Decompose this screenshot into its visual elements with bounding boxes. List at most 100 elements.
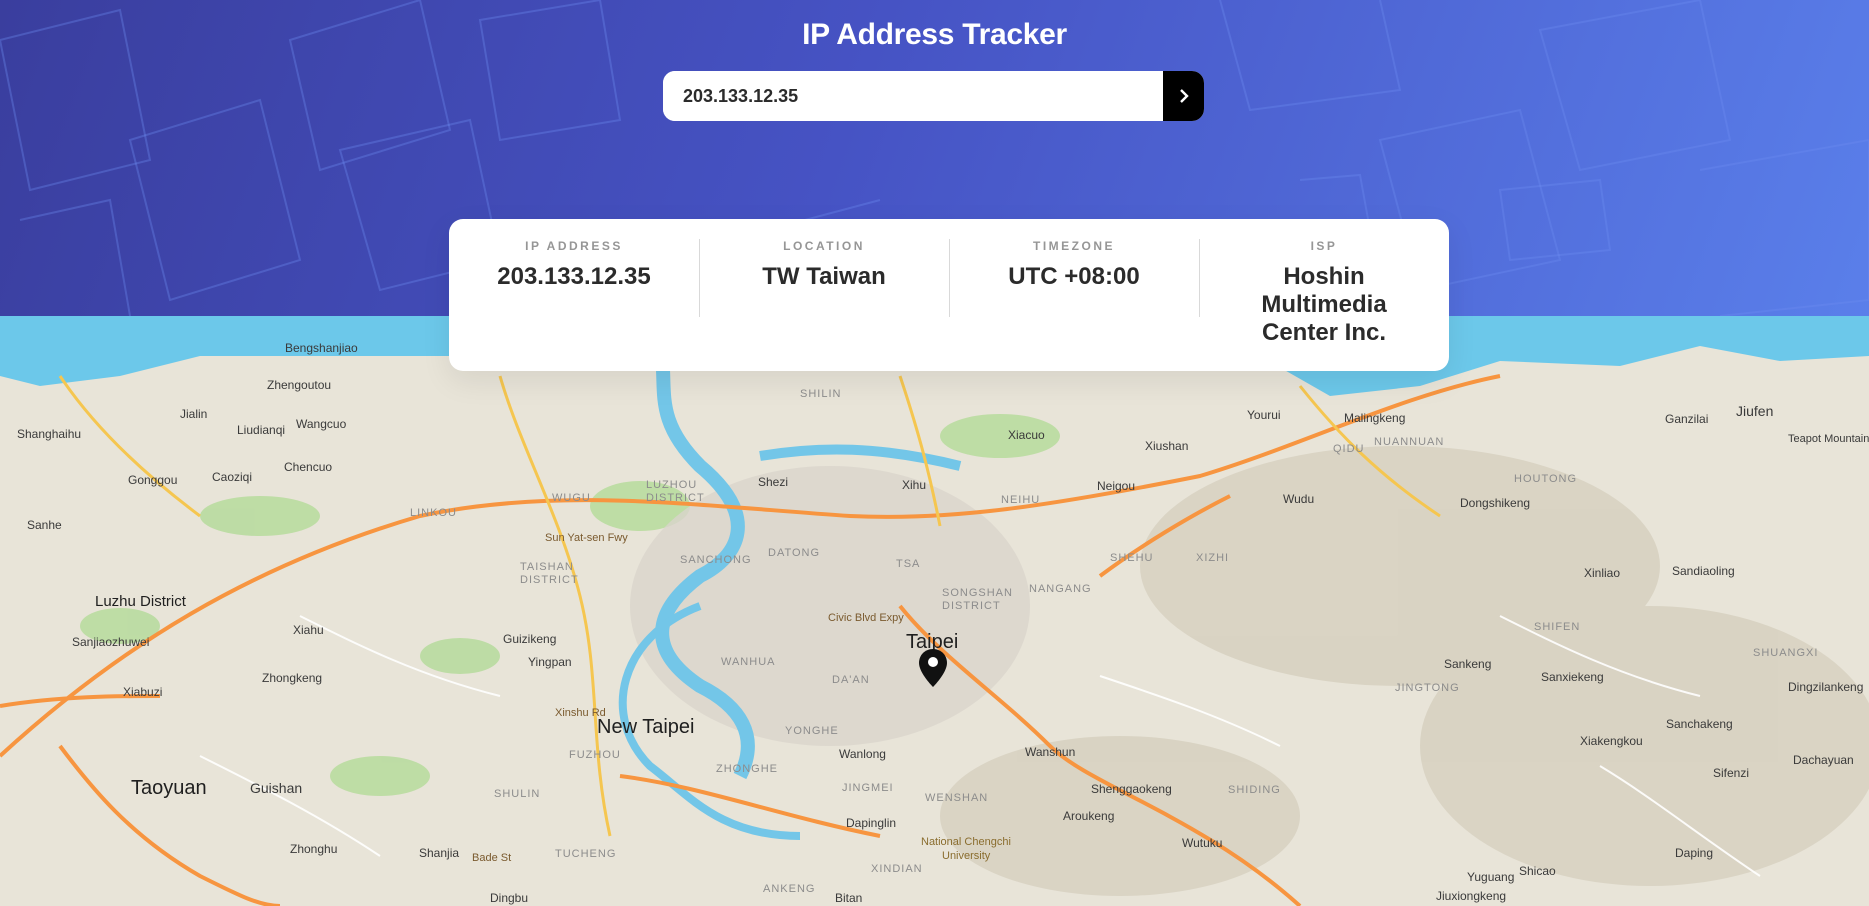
- svg-text:Civic Blvd Expy: Civic Blvd Expy: [828, 612, 904, 624]
- svg-text:Shanghaihu: Shanghaihu: [17, 427, 81, 441]
- svg-text:New Taipei: New Taipei: [597, 716, 694, 738]
- svg-text:Xiabuzi: Xiabuzi: [123, 685, 162, 699]
- svg-text:Bitan: Bitan: [835, 891, 862, 905]
- svg-text:Malingkeng: Malingkeng: [1344, 411, 1405, 425]
- svg-text:Zhonghu: Zhonghu: [290, 842, 337, 856]
- svg-text:Sanchakeng: Sanchakeng: [1666, 717, 1733, 731]
- chevron-right-icon: [1179, 89, 1189, 103]
- svg-text:Sifenzi: Sifenzi: [1713, 766, 1749, 780]
- svg-text:Xiacuo: Xiacuo: [1008, 428, 1045, 442]
- svg-text:Jiuxiongkeng: Jiuxiongkeng: [1436, 889, 1506, 903]
- svg-text:Wanlong: Wanlong: [839, 747, 886, 761]
- svg-text:Bade St: Bade St: [472, 852, 511, 864]
- svg-text:Aroukeng: Aroukeng: [1063, 809, 1114, 823]
- svg-text:Caoziqi: Caoziqi: [212, 470, 252, 484]
- info-label: IP ADDRESS: [525, 239, 623, 253]
- svg-text:Dingbu: Dingbu: [490, 891, 528, 905]
- svg-text:Zhongkeng: Zhongkeng: [262, 671, 322, 685]
- svg-text:Yuguang: Yuguang: [1467, 870, 1514, 884]
- svg-text:SHEHU: SHEHU: [1110, 552, 1154, 564]
- svg-text:SHIDING: SHIDING: [1228, 784, 1281, 796]
- svg-text:Dingzilankeng: Dingzilankeng: [1788, 680, 1863, 694]
- svg-text:Yingpan: Yingpan: [528, 655, 572, 669]
- ip-search-input[interactable]: [663, 71, 1163, 121]
- svg-text:Chencuo: Chencuo: [284, 460, 332, 474]
- svg-text:NANGANG: NANGANG: [1029, 583, 1092, 595]
- svg-text:XIZHI: XIZHI: [1196, 552, 1229, 564]
- map-canvas[interactable]: Bengshanjiao Zhengoutou Jialin Liudianqi…: [0, 316, 1869, 906]
- svg-text:ZHONGHE: ZHONGHE: [716, 763, 778, 775]
- svg-text:SANCHONG: SANCHONG: [680, 554, 752, 566]
- svg-text:Xiahu: Xiahu: [293, 623, 324, 637]
- svg-text:Guishan: Guishan: [250, 780, 302, 796]
- svg-text:SHULIN: SHULIN: [494, 788, 540, 800]
- info-value: Hoshin Multimedia Center Inc.: [1261, 263, 1387, 346]
- svg-text:National Chengchi: National Chengchi: [921, 836, 1011, 848]
- svg-text:Sun Yat-sen Fwy: Sun Yat-sen Fwy: [545, 532, 628, 544]
- svg-text:Guizikeng: Guizikeng: [503, 632, 556, 646]
- location-pin-icon[interactable]: [918, 648, 948, 688]
- svg-text:DISTRICT: DISTRICT: [942, 600, 1001, 612]
- svg-text:NEIHU: NEIHU: [1001, 494, 1040, 506]
- svg-text:Wutuku: Wutuku: [1182, 836, 1222, 850]
- svg-text:Sanxiekeng: Sanxiekeng: [1541, 670, 1604, 684]
- svg-text:LUZHOU: LUZHOU: [646, 479, 697, 491]
- svg-text:Yourui: Yourui: [1247, 408, 1281, 422]
- svg-text:Dongshikeng: Dongshikeng: [1460, 496, 1530, 510]
- svg-text:LINKOU: LINKOU: [410, 507, 457, 519]
- svg-text:Bengshanjiao: Bengshanjiao: [285, 341, 358, 355]
- svg-text:Gonggou: Gonggou: [128, 473, 177, 487]
- svg-text:WANHUA: WANHUA: [721, 656, 775, 668]
- svg-text:Wudu: Wudu: [1283, 492, 1314, 506]
- info-label: TIMEZONE: [1033, 239, 1115, 253]
- svg-text:HOUTONG: HOUTONG: [1514, 473, 1577, 485]
- svg-text:TUCHENG: TUCHENG: [555, 848, 616, 860]
- svg-text:QIDU: QIDU: [1333, 443, 1365, 455]
- svg-text:Neigou: Neigou: [1097, 479, 1135, 493]
- svg-text:Shenggaokeng: Shenggaokeng: [1091, 782, 1172, 796]
- svg-text:SHUANGXI: SHUANGXI: [1753, 647, 1818, 659]
- svg-text:Sanjiaozhuwei: Sanjiaozhuwei: [72, 635, 149, 649]
- svg-text:XINDIAN: XINDIAN: [871, 863, 923, 875]
- svg-text:DISTRICT: DISTRICT: [520, 574, 579, 586]
- svg-text:DISTRICT: DISTRICT: [646, 492, 705, 504]
- svg-text:Taoyuan: Taoyuan: [131, 777, 207, 799]
- svg-text:WUGU: WUGU: [552, 492, 591, 504]
- svg-text:Sanhe: Sanhe: [27, 518, 62, 532]
- svg-text:Shicao: Shicao: [1519, 864, 1556, 878]
- info-label: ISP: [1310, 239, 1338, 253]
- svg-text:ANKENG: ANKENG: [763, 883, 815, 895]
- svg-text:Sankeng: Sankeng: [1444, 657, 1491, 671]
- svg-text:YONGHE: YONGHE: [785, 725, 839, 737]
- map-view[interactable]: Bengshanjiao Zhengoutou Jialin Liudianqi…: [0, 316, 1869, 906]
- svg-text:Xiushan: Xiushan: [1145, 439, 1188, 453]
- svg-text:JINGMEI: JINGMEI: [842, 782, 894, 794]
- svg-text:University: University: [942, 850, 991, 862]
- svg-text:SHIFEN: SHIFEN: [1534, 621, 1580, 633]
- svg-text:Luzhu District: Luzhu District: [95, 593, 187, 610]
- info-value: 203.133.12.35: [497, 263, 651, 290]
- info-location: LOCATION TW Taiwan: [699, 219, 949, 371]
- search-submit-button[interactable]: [1163, 71, 1204, 121]
- svg-text:TAISHAN: TAISHAN: [520, 561, 574, 573]
- info-label: LOCATION: [783, 239, 865, 253]
- svg-text:Jialin: Jialin: [180, 407, 207, 421]
- svg-text:Dapinglin: Dapinglin: [846, 816, 896, 830]
- svg-text:Ganzilai: Ganzilai: [1665, 412, 1708, 426]
- svg-text:SHILIN: SHILIN: [800, 388, 841, 400]
- info-timezone: TIMEZONE UTC +08:00: [949, 219, 1199, 371]
- svg-text:JINGTONG: JINGTONG: [1395, 682, 1460, 694]
- svg-text:DA'AN: DA'AN: [832, 674, 870, 686]
- page-title: IP Address Tracker: [802, 18, 1067, 51]
- svg-text:Sandiaoling: Sandiaoling: [1672, 564, 1735, 578]
- svg-text:Shezi: Shezi: [758, 475, 788, 489]
- svg-text:Teapot Mountain: Teapot Mountain: [1788, 433, 1869, 445]
- svg-text:WENSHAN: WENSHAN: [925, 792, 988, 804]
- svg-text:Dachayuan: Dachayuan: [1793, 753, 1854, 767]
- ip-info-card: IP ADDRESS 203.133.12.35 LOCATION TW Tai…: [449, 219, 1449, 371]
- svg-text:Daping: Daping: [1675, 846, 1713, 860]
- svg-text:Zhengoutou: Zhengoutou: [267, 378, 331, 392]
- info-value: TW Taiwan: [762, 263, 886, 290]
- svg-text:TSA: TSA: [896, 558, 920, 570]
- svg-text:Xiakengkou: Xiakengkou: [1580, 734, 1643, 748]
